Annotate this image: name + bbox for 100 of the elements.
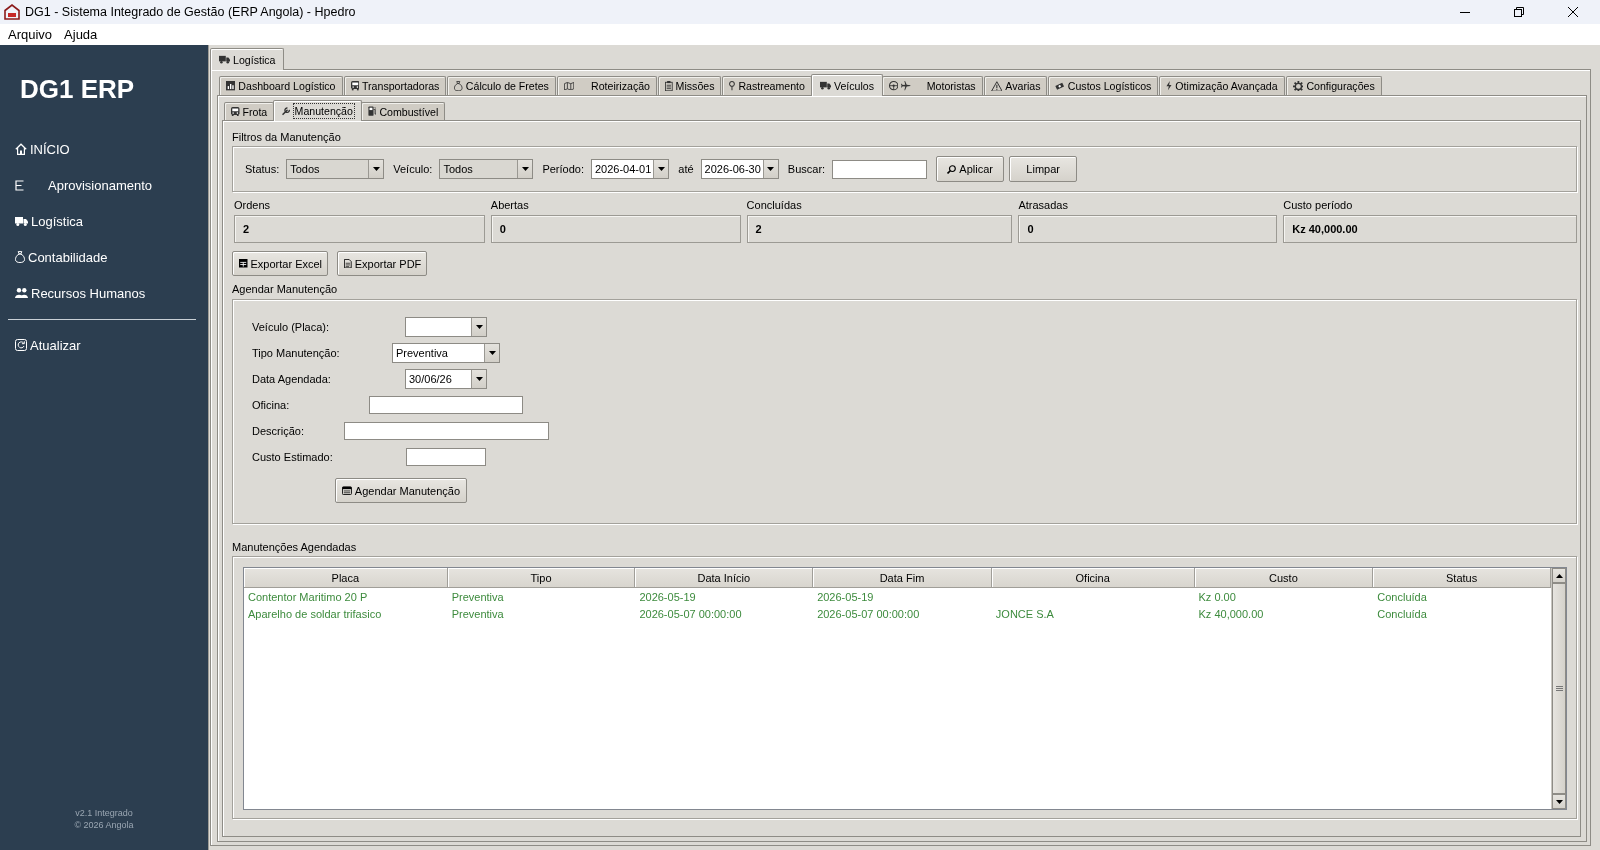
table-cell-text: Kz 0.00 — [1197, 589, 1237, 605]
search-icon — [947, 164, 957, 174]
dropdown[interactable]: Todos — [439, 159, 534, 179]
caret-icon — [475, 325, 483, 329]
schedule-button[interactable]: Agendar Manutenção — [334, 478, 468, 503]
table-cell-text: 2026-05-07 00:00:00 — [638, 606, 743, 622]
sidebar-item[interactable]: Contabilidade — [0, 239, 112, 275]
banknote-icon — [1055, 81, 1065, 91]
table-cell-text: 2026-05-07 00:00:00 — [816, 606, 921, 622]
text-field[interactable] — [369, 396, 523, 414]
export-pdf-button[interactable]: Exportar PDF — [337, 251, 428, 276]
truck-icon — [819, 81, 831, 90]
export-excel-button[interactable]: Exportar Excel — [232, 251, 329, 276]
tab[interactable]: Missões — [657, 76, 722, 95]
apply-button[interactable]: Aplicar — [936, 156, 1005, 182]
arrow-down-icon — [1555, 799, 1563, 804]
grip-icon — [1555, 686, 1563, 691]
field-label: Período: — [542, 163, 584, 175]
column-header[interactable]: Data Início — [635, 568, 814, 588]
bus-icon — [350, 81, 359, 91]
text-field[interactable] — [832, 159, 928, 179]
date-picker[interactable]: 2026-04-01 — [591, 159, 670, 179]
clear-button[interactable]: Limpar — [1009, 156, 1078, 182]
dropdown[interactable]: Preventiva — [392, 343, 500, 363]
caret-icon — [475, 377, 483, 381]
tab[interactable]: Cálculo de Fretes — [447, 76, 556, 95]
stat-value: 0 — [1018, 215, 1278, 243]
document-icon — [344, 258, 352, 269]
tab[interactable]: Manutenção — [273, 100, 362, 121]
field-label: Status: — [245, 163, 280, 175]
section-title: Filtros da Manutenção — [232, 130, 342, 145]
tab[interactable]: Rastreamento — [722, 76, 812, 95]
scroll-up-button[interactable] — [1552, 568, 1566, 583]
close-icon[interactable] — [1568, 7, 1578, 17]
caret-icon — [372, 167, 380, 171]
section-title: Manutenções Agendadas — [232, 540, 358, 555]
clipboard-icon — [664, 80, 673, 92]
table-cell-text: Concluída — [1376, 606, 1428, 622]
table-cell-text: JONCE S.A — [994, 606, 1055, 622]
tab[interactable]: Transportadoras — [343, 76, 447, 95]
stat-value: 2 — [234, 215, 485, 243]
dropdown[interactable]: Todos — [286, 159, 385, 179]
gear-icon — [1292, 80, 1304, 92]
scrollbar-thumb[interactable] — [1552, 583, 1566, 794]
stat-value: 0 — [490, 215, 741, 243]
bar-chart-icon — [226, 81, 236, 91]
caret-icon — [521, 167, 529, 171]
map-icon — [563, 81, 575, 91]
home-icon — [15, 143, 27, 155]
menu-item[interactable]: Ajuda — [58, 24, 104, 45]
wrench-icon — [282, 106, 292, 116]
caret-icon — [488, 351, 496, 355]
menu-item[interactable]: Arquivo — [2, 24, 59, 45]
truck-icon — [15, 216, 28, 226]
date-picker[interactable]: 2026-06-30 — [700, 159, 779, 179]
sidebar-item[interactable]: Aprovisionamento — [0, 167, 157, 203]
truck-icon — [219, 55, 231, 64]
stat-label: Abertas — [490, 198, 530, 213]
sidebar-item[interactable]: Logística — [0, 203, 88, 239]
sidebar-item[interactable]: Recursos Humanos — [0, 275, 150, 311]
money-bag-icon — [454, 80, 463, 92]
column-header[interactable]: Status — [1373, 568, 1551, 588]
column-header[interactable]: Custo — [1194, 568, 1374, 588]
bus-icon — [231, 106, 240, 117]
refresh-button[interactable]: Atualizar — [0, 327, 85, 363]
pin-icon — [729, 81, 736, 91]
table-cell-text: Kz 40,000.00 — [1197, 606, 1265, 622]
tab[interactable]: Combustível — [360, 102, 446, 120]
text-field[interactable] — [343, 422, 549, 440]
tab[interactable]: Frota — [224, 102, 275, 120]
text-field[interactable] — [406, 448, 486, 466]
tab[interactable]: Logística — [210, 48, 285, 70]
tab[interactable]: Avarias — [983, 76, 1048, 95]
stat-value: 2 — [746, 215, 1013, 243]
warning-icon — [990, 80, 1003, 92]
column-header[interactable]: Oficina — [991, 568, 1195, 588]
table-cell-text: Aparelho de soldar trifasico — [247, 606, 383, 622]
field-label: Veículo (Placa): — [252, 321, 331, 333]
stat-value: Kz 40,000.00 — [1283, 215, 1577, 243]
column-header[interactable]: Data Fim — [813, 568, 992, 588]
tab[interactable]: Custos Logísticos — [1048, 76, 1159, 95]
tab[interactable]: Motoristas — [882, 76, 983, 95]
tab[interactable]: Configurações — [1285, 76, 1382, 95]
restore-icon[interactable] — [1514, 7, 1524, 17]
column-header[interactable]: Tipo — [447, 568, 636, 588]
sidebar-item[interactable]: INÍCIO — [0, 131, 74, 167]
date-picker[interactable]: 30/06/26 — [405, 369, 487, 389]
column-header[interactable]: Placa — [244, 568, 448, 588]
table-cell-text: 2026-05-19 — [638, 589, 697, 605]
table-cell-text: Contentor Maritimo 20 P — [247, 589, 369, 605]
tab[interactable]: Otimização Avançada — [1159, 76, 1285, 95]
scroll-down-button[interactable] — [1552, 794, 1566, 809]
tab[interactable]: Dashboard Logístico — [219, 76, 343, 95]
dropdown[interactable] — [405, 317, 487, 337]
refresh-icon — [15, 339, 27, 351]
tab[interactable]: Roteirização — [556, 76, 657, 95]
airplane-icon — [901, 81, 911, 91]
field-label: Buscar: — [787, 163, 826, 175]
tab[interactable]: Veículos — [810, 74, 884, 96]
minimize-icon[interactable] — [1460, 11, 1470, 13]
